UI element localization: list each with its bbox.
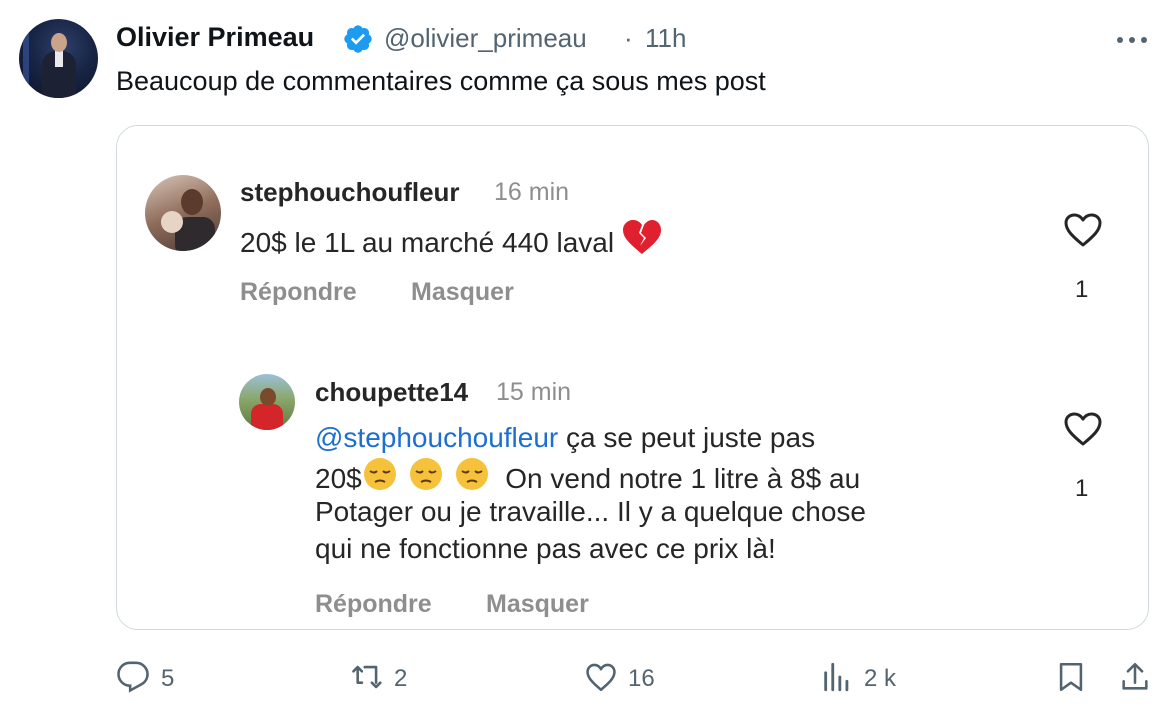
- comment-text-part: 20$: [315, 463, 362, 494]
- comment-username: choupette14: [315, 377, 469, 407]
- tweet-time[interactable]: 11h: [645, 23, 686, 54]
- broken-heart-icon: [622, 220, 661, 254]
- reply-count: 5: [161, 665, 175, 692]
- comment-text-part: ça se peut juste pas: [558, 422, 816, 453]
- hide-button[interactable]: Masquer: [486, 590, 589, 619]
- reply-button[interactable]: Répondre: [315, 590, 432, 619]
- comment-text-line: @stephouchoufleur ça se peut juste pas: [315, 419, 815, 456]
- retweet-icon: [352, 665, 382, 689]
- comment-like-count: 1: [1075, 276, 1089, 303]
- comment-text-line: Potager ou je travaille... Il y a quelqu…: [315, 496, 867, 527]
- comment-time: 15 min: [496, 378, 572, 406]
- heart-icon[interactable]: [1063, 411, 1103, 447]
- views-count: 2 k: [864, 665, 897, 692]
- author-handle[interactable]: @olivier_primeau: [384, 23, 587, 54]
- reply-icon: [117, 661, 149, 693]
- author-avatar[interactable]: [19, 19, 98, 98]
- commenter-avatar: [145, 175, 221, 251]
- pensive-face-icon: [363, 458, 396, 490]
- retweet-action[interactable]: 2: [350, 660, 430, 696]
- tweet-text: Beaucoup de commentaires comme ça sous m…: [116, 66, 766, 96]
- retweet-count: 2: [394, 665, 408, 692]
- reply-button[interactable]: Répondre: [240, 278, 357, 307]
- views-action[interactable]: 2 k: [820, 660, 910, 696]
- verified-badge-icon: [344, 25, 372, 53]
- like-count: 16: [628, 665, 655, 692]
- comment-like-count: 1: [1075, 475, 1089, 502]
- hide-button[interactable]: Masquer: [411, 278, 514, 307]
- comment-text: 20$ le 1L au marché 440 laval: [240, 220, 662, 261]
- separator-dot: ·: [624, 23, 633, 53]
- pensive-face-icon: [455, 458, 488, 490]
- comment-time: 16 min: [494, 178, 570, 206]
- like-action[interactable]: 16: [584, 660, 664, 696]
- reply-action[interactable]: 5: [116, 660, 196, 696]
- like-heart-icon: [586, 663, 616, 692]
- comment-text-part: On vend notre 1 litre à 8$ au: [489, 463, 861, 494]
- more-options-icon[interactable]: [1116, 36, 1148, 44]
- comment-text-line: 20$ On vend notre 1 litre à 8$ au: [315, 456, 860, 497]
- commenter-avatar: [239, 374, 295, 430]
- comment-text-body: 20$ le 1L au marché 440 laval: [240, 227, 615, 258]
- views-chart-icon: [824, 662, 849, 692]
- pensive-face-icon: [409, 458, 442, 490]
- comment-username: stephouchoufleur: [240, 177, 460, 207]
- mention-link[interactable]: @stephouchoufleur: [315, 422, 558, 453]
- comment-text-line: qui ne fonctionne pas avec ce prix là!: [315, 533, 776, 564]
- bookmark-icon[interactable]: [1054, 660, 1088, 694]
- share-icon[interactable]: [1118, 660, 1152, 694]
- author-name[interactable]: Olivier Primeau: [116, 22, 314, 53]
- heart-icon[interactable]: [1063, 212, 1103, 248]
